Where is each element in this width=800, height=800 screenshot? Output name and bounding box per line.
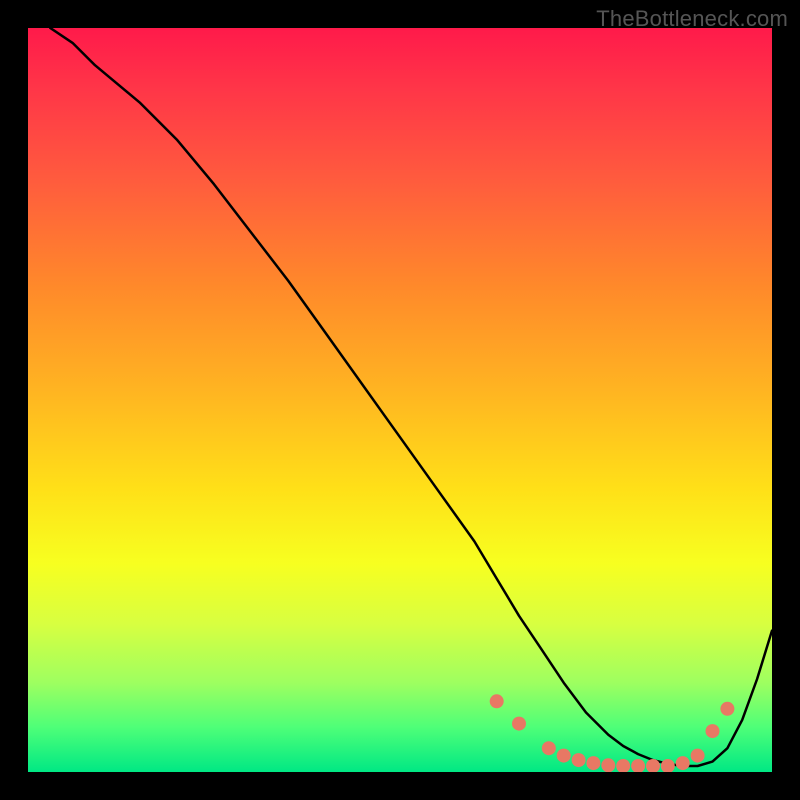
marker-point xyxy=(601,758,615,772)
marker-point xyxy=(616,759,630,772)
curve-line xyxy=(50,28,772,766)
marker-point xyxy=(676,756,690,770)
marker-point xyxy=(706,724,720,738)
marker-point xyxy=(572,753,586,767)
marker-point xyxy=(586,756,600,770)
marker-point xyxy=(661,759,675,772)
marker-point xyxy=(631,759,645,772)
chart-frame: TheBottleneck.com xyxy=(0,0,800,800)
marker-group xyxy=(490,694,735,772)
watermark-text: TheBottleneck.com xyxy=(596,6,788,32)
marker-point xyxy=(720,702,734,716)
marker-point xyxy=(490,694,504,708)
chart-svg xyxy=(28,28,772,772)
marker-point xyxy=(512,717,526,731)
plot-area xyxy=(28,28,772,772)
marker-point xyxy=(691,749,705,763)
marker-point xyxy=(557,749,571,763)
marker-point xyxy=(542,741,556,755)
